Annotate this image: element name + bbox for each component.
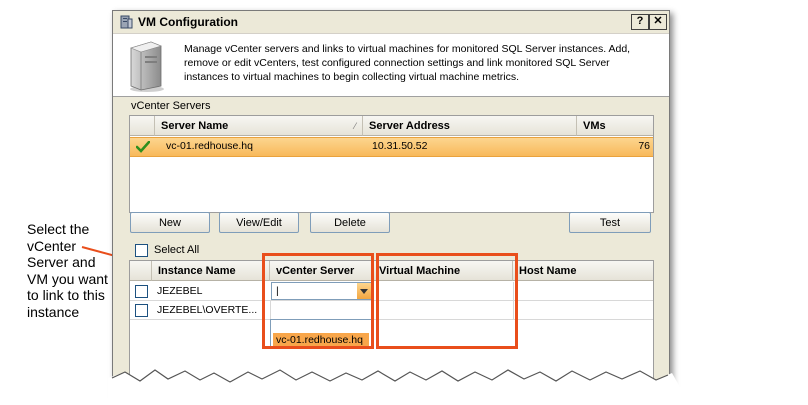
torn-edge: [108, 369, 690, 405]
